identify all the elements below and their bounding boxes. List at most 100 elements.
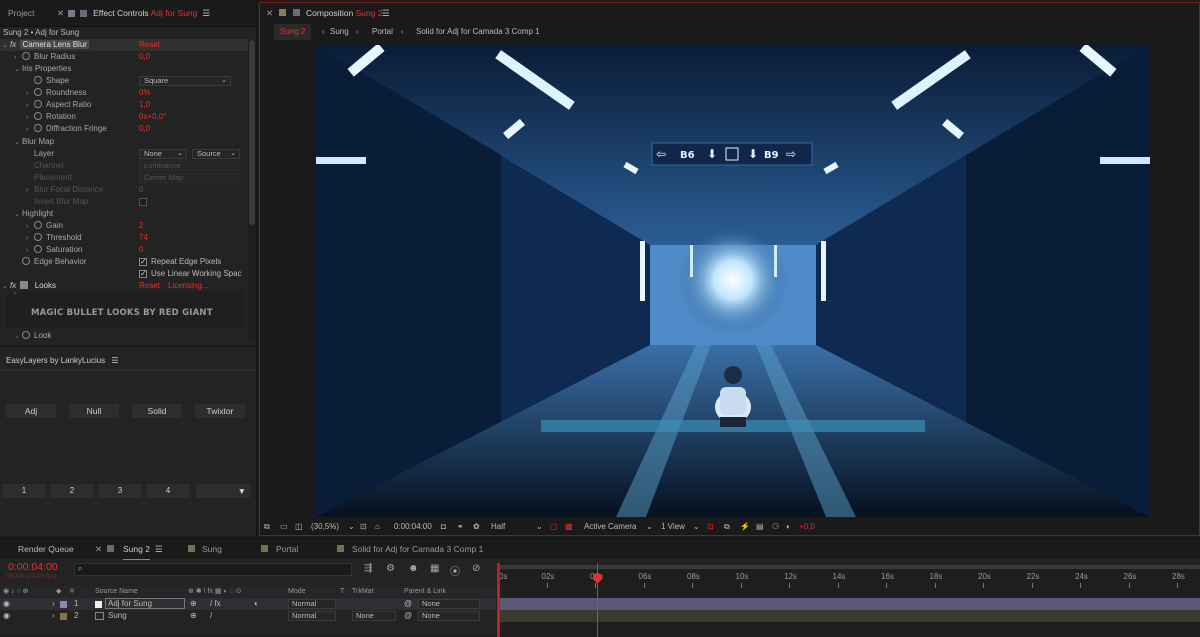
iris-properties-group[interactable]: ⌄ Iris Properties xyxy=(0,63,248,75)
effect-scrollbar[interactable] xyxy=(248,40,256,340)
menu-icon[interactable]: ☰ xyxy=(202,8,210,19)
effect-header[interactable]: ⌄ fx Camera Lens Blur Reset xyxy=(0,39,248,51)
parent-dropdown[interactable]: None xyxy=(418,599,480,609)
layer-dropdown[interactable]: None ⌄ xyxy=(139,149,187,159)
stopwatch-icon[interactable] xyxy=(34,112,42,120)
slot-dropdown[interactable]: ▼ xyxy=(196,484,250,498)
roundness-value[interactable]: 0% xyxy=(139,87,151,99)
tab-composition[interactable]: Composition Sung 2 xyxy=(306,3,383,23)
fast-preview-icon[interactable]: ⚡ xyxy=(740,518,750,536)
menu-icon[interactable]: ☰ xyxy=(155,539,163,559)
crumb-solid[interactable]: Solid for Adj for Camada 3 Comp 1 xyxy=(416,24,540,40)
zoom-dropdown[interactable]: (30,5%) xyxy=(311,518,339,536)
licensing-link[interactable]: Licensing... xyxy=(168,280,208,292)
layer-bar-sung[interactable] xyxy=(497,610,1200,622)
3d-view-icon[interactable]: ⧉ xyxy=(724,518,730,536)
close-icon[interactable]: ✕ xyxy=(266,3,273,23)
tab-solid[interactable]: Solid for Adj for Camada 3 Comp 1 xyxy=(352,539,483,559)
expand-icon[interactable]: › xyxy=(52,598,55,610)
adj-button[interactable]: Adj xyxy=(6,404,56,418)
solid-button[interactable]: Solid xyxy=(132,404,182,418)
color-icon[interactable]: ✿ xyxy=(473,518,480,536)
stopwatch-icon[interactable] xyxy=(22,331,30,339)
invert-checkbox[interactable] xyxy=(139,198,147,206)
saturation-value[interactable]: 0 xyxy=(139,244,143,256)
lock-icon[interactable] xyxy=(68,9,76,17)
stopwatch-icon[interactable] xyxy=(34,221,42,229)
close-icon[interactable]: ✕ xyxy=(95,539,102,559)
stopwatch-icon[interactable] xyxy=(34,76,42,84)
label-color[interactable] xyxy=(60,613,67,620)
frame-blending-icon[interactable]: ▦ xyxy=(430,563,439,574)
expand-icon[interactable]: › xyxy=(52,610,55,622)
mode-dropdown[interactable]: Normal xyxy=(288,599,336,609)
looks-header[interactable]: ⌄ fx Looks Reset Licensing... xyxy=(0,280,248,292)
always-preview-icon[interactable]: ⧉ xyxy=(264,518,270,536)
resolution-dropdown[interactable]: Half xyxy=(491,518,505,536)
fx-icon[interactable]: fx xyxy=(10,40,16,49)
camera-icon[interactable]: ◘ xyxy=(441,518,446,536)
label-color[interactable] xyxy=(60,601,67,608)
shy-icon[interactable]: ☻ xyxy=(408,563,419,574)
close-icon[interactable]: ✕ xyxy=(57,8,64,19)
safe-zones-icon[interactable]: ⊡ xyxy=(360,518,367,536)
eye-icon[interactable]: ◉ ♪ ○ ⊕ xyxy=(3,586,29,597)
menu-icon[interactable]: ☰ xyxy=(382,3,390,23)
exposure-value[interactable]: +0,0 xyxy=(799,518,815,536)
blur-map-group[interactable]: ⌄ Blur Map xyxy=(0,136,248,148)
work-area-start[interactable] xyxy=(497,563,500,637)
stopwatch-icon[interactable] xyxy=(34,245,42,253)
quality-switch-icon[interactable]: / xyxy=(210,610,212,622)
adjustment-switch-icon[interactable]: ◐ xyxy=(254,598,259,610)
threshold-value[interactable]: 74 xyxy=(139,232,148,244)
repeat-edge-checkbox[interactable] xyxy=(139,256,147,268)
null-button[interactable]: Null xyxy=(69,404,119,418)
tab-portal[interactable]: Portal xyxy=(276,539,298,559)
gain-value[interactable]: 2 xyxy=(139,220,143,232)
crumb-sung2[interactable]: Sung 2 xyxy=(274,24,312,40)
twixtor-button[interactable]: Twixtor xyxy=(195,404,245,418)
layer-row[interactable]: ◉ › 1 Adj for Sung ⊕ / fx ◐ Normal @ Non… xyxy=(0,598,496,610)
eye-icon[interactable]: ◉ xyxy=(3,598,10,610)
pickwhip-icon[interactable]: @ xyxy=(404,598,412,610)
eye-icon[interactable]: ◉ xyxy=(3,610,10,622)
composition-mini-flowchart-icon[interactable]: ⇶ xyxy=(364,563,372,574)
shape-dropdown[interactable]: Square ⌄ xyxy=(139,76,231,86)
pickwhip-icon[interactable]: @ xyxy=(404,610,412,622)
mode-dropdown[interactable]: Normal xyxy=(288,611,336,621)
transparency-grid-icon[interactable]: ▩ xyxy=(565,518,573,536)
crumb-sung[interactable]: Sung xyxy=(330,24,349,40)
shy-switch-icon[interactable]: ⊕ xyxy=(190,598,197,610)
parent-dropdown[interactable]: None xyxy=(418,611,480,621)
stopwatch-icon[interactable] xyxy=(34,233,42,241)
camera-dropdown[interactable]: Active Camera xyxy=(584,518,636,536)
shy-switch-icon[interactable]: ⊕ xyxy=(190,610,197,622)
monitor-icon[interactable]: ▭ xyxy=(280,518,288,536)
stopwatch-icon[interactable] xyxy=(22,257,30,265)
layer-source-dropdown[interactable]: Source ⌄ xyxy=(192,149,240,159)
rotation-value[interactable]: 0x+0,0° xyxy=(139,111,166,123)
region-icon[interactable]: ▢ xyxy=(550,518,558,536)
layer-bar-adj[interactable] xyxy=(497,598,1200,610)
tab-effect-controls[interactable]: Effect Controls Adj for Sung xyxy=(93,8,197,18)
menu-icon[interactable]: ☰ xyxy=(111,356,118,365)
slot-1-button[interactable]: 1 xyxy=(2,484,46,498)
looks-reset-link[interactable]: Reset xyxy=(139,280,160,292)
tab-project[interactable]: Project xyxy=(0,8,42,18)
current-time[interactable]: 0:00:04:00 xyxy=(394,518,432,536)
exposure-icon[interactable]: ◐ xyxy=(786,518,791,536)
layer-search-input[interactable]: ⌕ xyxy=(74,563,352,576)
view-dropdown[interactable]: 1 View xyxy=(661,518,685,536)
trkmat-dropdown[interactable]: None xyxy=(352,611,396,621)
tab-render-queue[interactable]: Render Queue xyxy=(18,539,74,559)
layer-name[interactable]: Adj for Sung xyxy=(105,598,185,609)
chevron-down-icon[interactable]: ⌄ xyxy=(12,288,18,296)
layer-name[interactable]: Sung xyxy=(108,610,127,622)
crumb-portal[interactable]: Portal xyxy=(372,24,393,40)
blur-radius-value[interactable]: 0,0 xyxy=(139,51,150,63)
layer-row[interactable]: ◉ › 2 Sung ⊕ / Normal None @ None xyxy=(0,610,496,622)
chevron-down-icon[interactable]: ⌄ xyxy=(536,518,543,536)
work-area-bar[interactable] xyxy=(497,565,1200,569)
tab-sung[interactable]: Sung xyxy=(202,539,222,559)
reset-link[interactable]: Reset xyxy=(139,39,160,51)
